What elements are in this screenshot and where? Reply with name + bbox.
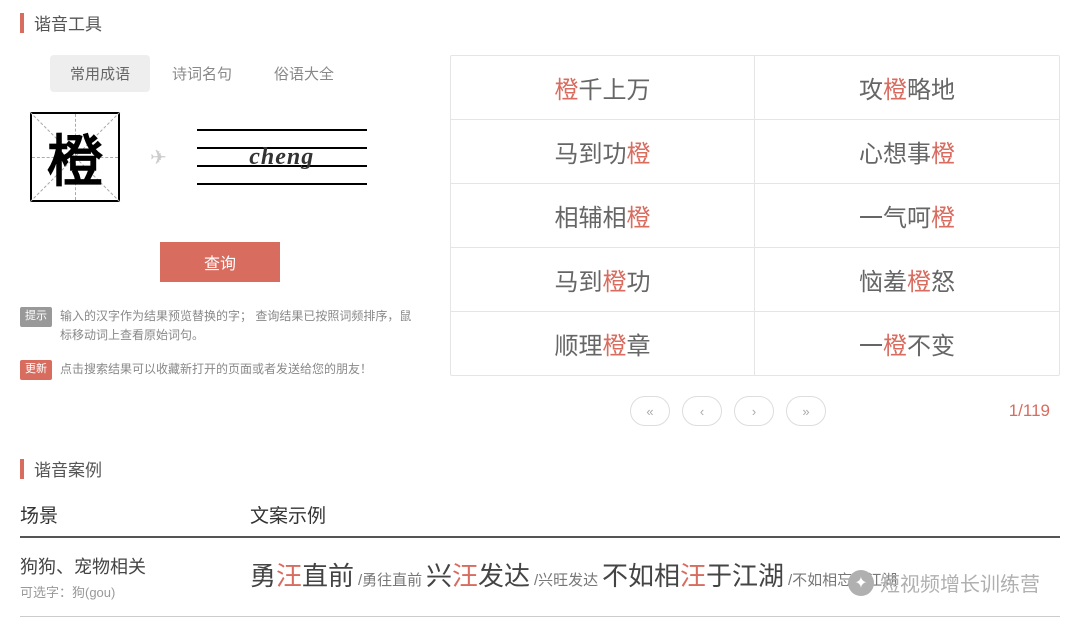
case-header-example: 文案示例 [250, 501, 1060, 528]
result-cell[interactable]: 一气呵橙 [755, 184, 1059, 248]
tab-proverb[interactable]: 俗语大全 [254, 55, 354, 92]
query-button[interactable]: 查询 [160, 242, 280, 282]
result-cell[interactable]: 一橙不变 [755, 312, 1059, 375]
tool-section-title: 谐音工具 [34, 10, 102, 35]
tip-text: 输入的汉字作为结果预览替换的字； 查询结果已按照词频排序，鼠标移动词上查看原始词… [60, 307, 420, 345]
update-text: 点击搜索结果可以收藏新打开的页面或者发送给您的朋友！ [60, 360, 372, 379]
results-grid: 橙千上万攻橙略地马到功橙心想事橙相辅相橙一气呵橙马到橙功恼羞橙怒顺理橙章一橙不变 [450, 55, 1060, 376]
update-badge: 更新 [20, 360, 52, 380]
result-cell[interactable]: 心想事橙 [755, 120, 1059, 184]
result-cell[interactable]: 马到功橙 [451, 120, 755, 184]
result-cell[interactable]: 马到橙功 [451, 248, 755, 312]
right-panel: 橙千上万攻橙略地马到功橙心想事橙相辅相橙一气呵橙马到橙功恼羞橙怒顺理橙章一橙不变… [450, 55, 1060, 426]
page-last-button[interactable]: » [786, 396, 826, 426]
tabs-row: 常用成语 诗词名句 俗语大全 [20, 55, 420, 92]
char-display-row: 橙 ✈ cheng [20, 112, 420, 202]
update-row: 更新 点击搜索结果可以收藏新打开的页面或者发送给您的朋友！ [20, 360, 420, 380]
tool-section-header: 谐音工具 [20, 10, 1060, 35]
case-table-header: 场景 文案示例 [20, 501, 1060, 538]
result-cell[interactable]: 攻橙略地 [755, 56, 1059, 120]
case-scene-sub: 可选字：狗(gou) [20, 582, 250, 601]
result-cell[interactable]: 恼羞橙怒 [755, 248, 1059, 312]
case-scene-title: 狗狗、宠物相关 [20, 553, 250, 579]
pinyin-box[interactable]: cheng [197, 129, 367, 185]
case-scene-cell: 狗狗、宠物相关 可选字：狗(gou) [20, 553, 250, 601]
pinyin-text: cheng [249, 145, 314, 169]
case-row: 狗狗、宠物相关 可选字：狗(gou) 勇汪直前 /勇往直前 兴汪发达 /兴旺发达… [20, 538, 1060, 617]
result-cell[interactable]: 顺理橙章 [451, 312, 755, 375]
tip-badge: 提示 [20, 307, 52, 327]
character-box[interactable]: 橙 [30, 112, 120, 202]
result-cell[interactable]: 相辅相橙 [451, 184, 755, 248]
section-accent-bar [20, 459, 24, 479]
page-prev-button[interactable]: ‹ [682, 396, 722, 426]
tip-row: 提示 输入的汉字作为结果预览替换的字； 查询结果已按照词频排序，鼠标移动词上查看… [20, 307, 420, 345]
page-first-button[interactable]: « [630, 396, 670, 426]
arrow-plane-icon: ✈ [150, 145, 167, 170]
case-section: 谐音案例 场景 文案示例 狗狗、宠物相关 可选字：狗(gou) 勇汪直前 /勇往… [20, 456, 1060, 617]
pagination: « ‹ › » 1/119 [450, 396, 1060, 426]
section-accent-bar [20, 13, 24, 33]
result-cell[interactable]: 橙千上万 [451, 56, 755, 120]
tab-idiom[interactable]: 常用成语 [50, 55, 150, 92]
case-section-header: 谐音案例 [20, 456, 1060, 481]
left-panel: 常用成语 诗词名句 俗语大全 橙 ✈ cheng 查询 [20, 55, 420, 426]
case-header-scene: 场景 [20, 501, 250, 528]
character-glyph: 橙 [47, 117, 103, 198]
tab-poetry[interactable]: 诗词名句 [152, 55, 252, 92]
page-indicator: 1/119 [1009, 401, 1060, 421]
page-next-button[interactable]: › [734, 396, 774, 426]
case-examples-cell: 勇汪直前 /勇往直前 兴汪发达 /兴旺发达 不如相汪于江湖 /不如相忘于江湖 [250, 553, 1060, 601]
case-section-title: 谐音案例 [34, 456, 102, 481]
